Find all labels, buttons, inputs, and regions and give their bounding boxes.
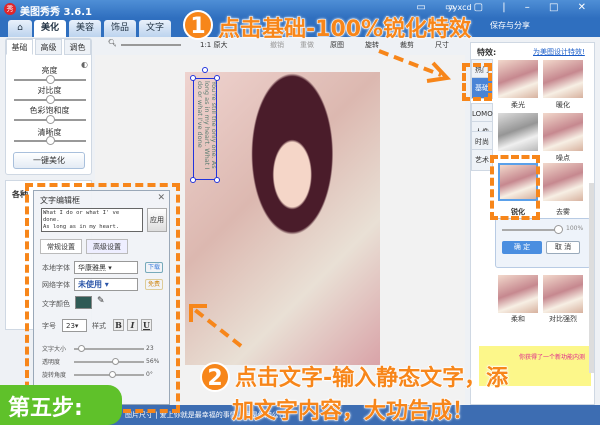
resize-handle[interactable] bbox=[190, 75, 196, 81]
highlight-sharpen bbox=[490, 155, 540, 220]
zoom-slider[interactable] bbox=[121, 44, 181, 46]
tab-beautify[interactable]: 美化 bbox=[34, 20, 66, 37]
app-logo-icon: 秀 bbox=[4, 3, 16, 15]
step2-text-line2: 加文字内容，大功告成！ bbox=[231, 399, 475, 425]
effect-label: 暖化 bbox=[556, 101, 570, 109]
step2-text-line1: 点击文字-输入静态文字，添 bbox=[234, 366, 509, 392]
highlight-basic bbox=[462, 63, 492, 101]
cancel-button[interactable]: 取 消 bbox=[546, 241, 580, 254]
one-key-label: 一键美化 bbox=[33, 156, 65, 165]
resize-handle[interactable] bbox=[190, 177, 196, 183]
resize-handle[interactable] bbox=[214, 75, 220, 81]
tab-decor[interactable]: 饰品 bbox=[104, 20, 136, 37]
effect-label: 噪点 bbox=[556, 154, 570, 162]
effect-label: 柔和 bbox=[511, 315, 525, 323]
tab-basic[interactable]: 基础 bbox=[6, 39, 33, 55]
contrast-slider[interactable] bbox=[14, 95, 86, 104]
effect-thumb[interactable] bbox=[498, 113, 538, 151]
rotate-handle[interactable] bbox=[202, 67, 208, 73]
app-title: 美图秀秀 3.6.1 bbox=[20, 7, 92, 18]
zoom-out-icon[interactable]: 🔍︎ bbox=[108, 39, 117, 47]
tab-advanced[interactable]: 高级 bbox=[35, 39, 62, 55]
step1-text: 点击基础-100%锐化特效 bbox=[217, 17, 472, 43]
effect-thumb[interactable] bbox=[543, 113, 583, 151]
saturation-slider[interactable] bbox=[14, 115, 86, 124]
resize-handle[interactable] bbox=[214, 177, 220, 183]
effect-thumb[interactable] bbox=[543, 275, 583, 313]
strength-slider[interactable] bbox=[502, 225, 563, 234]
tab-text[interactable]: 文字 bbox=[139, 20, 171, 37]
step2-number: 2 bbox=[200, 362, 230, 392]
effect-thumb[interactable] bbox=[543, 60, 583, 98]
sharpness-slider[interactable] bbox=[14, 136, 86, 145]
tab-face[interactable]: 美容 bbox=[69, 20, 101, 37]
one-key-beautify-button[interactable]: 一键美化 bbox=[13, 152, 85, 169]
tab-color[interactable]: 调色 bbox=[64, 39, 91, 55]
arrow-to-dialog bbox=[185, 300, 245, 350]
effect-thumb[interactable] bbox=[498, 60, 538, 98]
effect-thumb[interactable] bbox=[498, 275, 538, 313]
home-tab-icon[interactable]: ⌂ bbox=[8, 20, 32, 37]
overlay-text: You're still the only one. As long as in… bbox=[196, 81, 218, 170]
brightness-slider[interactable] bbox=[14, 75, 86, 84]
scrollbar[interactable] bbox=[589, 183, 594, 373]
strength-box: 100% 确 定 取 消 bbox=[495, 218, 591, 268]
ok-button[interactable]: 确 定 bbox=[502, 241, 542, 254]
step1-number: 1 bbox=[183, 10, 213, 40]
arrow-to-basic bbox=[375, 45, 455, 85]
step-label: 第五步: bbox=[0, 385, 122, 425]
basic-adjust-panel: 基础 高级 调色 ◐ 亮度 对比度 色彩饱和度 清晰度 一键美化 bbox=[5, 38, 92, 175]
effect-label: 对比强烈 bbox=[549, 315, 577, 323]
effect-label: 去雾 bbox=[556, 208, 570, 216]
effects-title: 特效: bbox=[477, 48, 497, 57]
design-effect-link[interactable]: 为美图设计特效! bbox=[533, 47, 585, 57]
save-share-button[interactable]: 保存与分享 bbox=[490, 20, 530, 31]
highlight-dialog bbox=[25, 183, 180, 413]
effect-label: 柔光 bbox=[511, 101, 525, 109]
effect-thumb[interactable] bbox=[543, 163, 583, 201]
strength-value: 100% bbox=[566, 225, 584, 232]
text-overlay-box[interactable]: You're still the only one. As long as in… bbox=[190, 67, 220, 183]
